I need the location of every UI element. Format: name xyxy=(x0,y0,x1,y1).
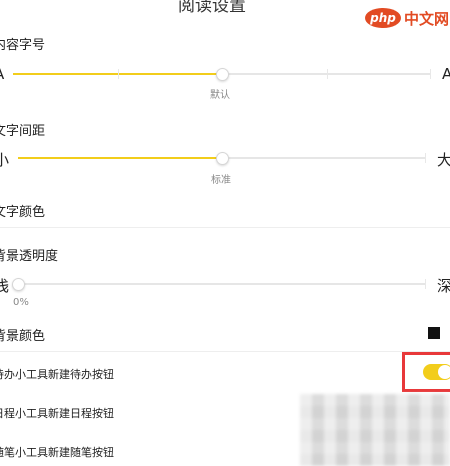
divider xyxy=(0,227,450,228)
schedule-widget-toggle-label: 日程小工具新建日程按钮 xyxy=(0,407,114,420)
page-title: 阅读设置 xyxy=(178,0,246,16)
todo-widget-toggle-label: 待办小工具新建待办按钮 xyxy=(0,368,114,381)
line-spacing-max-label: 大 xyxy=(437,151,450,169)
font-size-label: 内容字号 xyxy=(0,38,46,53)
bg-color-swatch[interactable] xyxy=(428,327,440,339)
bg-opacity-max-label: 深 xyxy=(437,277,450,295)
line-spacing-label: 文字间距 xyxy=(0,124,46,139)
font-size-min-label: A xyxy=(0,65,4,83)
divider xyxy=(0,351,450,352)
bg-opacity-caption: 0% xyxy=(13,297,29,308)
toggle-knob xyxy=(438,365,450,379)
todo-widget-toggle[interactable] xyxy=(423,364,450,380)
slider-tick xyxy=(327,69,328,79)
font-size-slider[interactable] xyxy=(13,67,431,81)
bg-opacity-min-label: 浅 xyxy=(0,277,10,295)
slider-thumb[interactable] xyxy=(216,152,229,165)
slider-tick xyxy=(425,279,426,289)
slider-thumb[interactable] xyxy=(12,278,25,291)
line-spacing-min-label: 小 xyxy=(0,151,10,169)
font-size-max-label: A xyxy=(442,65,450,83)
watermark-logo: php 中文网 xyxy=(365,5,449,31)
line-spacing-slider[interactable] xyxy=(18,151,426,165)
slider-track xyxy=(18,283,426,285)
line-spacing-caption: 标准 xyxy=(211,175,231,186)
text-color-label[interactable]: 文字颜色 xyxy=(0,201,45,220)
php-logo-icon: php xyxy=(365,8,401,28)
bg-color-label[interactable]: 背景颜色 xyxy=(0,325,45,344)
notes-widget-toggle-label: 随笔小工具新建随笔按钮 xyxy=(0,446,114,459)
blurred-region xyxy=(300,394,450,466)
slider-fill xyxy=(18,157,222,159)
bg-opacity-slider[interactable] xyxy=(12,277,426,291)
bg-opacity-label: 背景透明度 xyxy=(0,249,59,264)
font-size-caption: 默认 xyxy=(210,90,230,101)
slider-thumb[interactable] xyxy=(216,68,229,81)
slider-tick xyxy=(430,69,431,79)
logo-text: 中文网 xyxy=(404,9,450,28)
slider-tick xyxy=(425,153,426,163)
slider-tick xyxy=(118,69,119,79)
